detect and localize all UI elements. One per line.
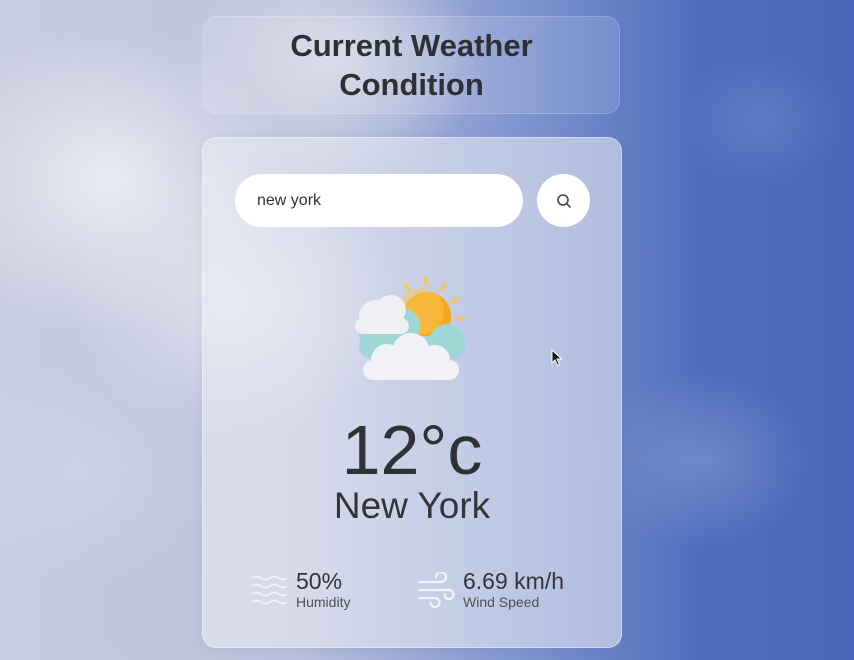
weather-card: 12°c New York 50% Humidity 6.69 km/h xyxy=(202,137,622,648)
humidity-detail: 50% Humidity xyxy=(250,568,350,611)
page-title: Current Weather Condition xyxy=(290,28,533,102)
wind-speed-label: Wind Speed xyxy=(463,594,540,610)
city-search-input[interactable] xyxy=(235,174,523,227)
wind-icon xyxy=(417,571,455,608)
partly-cloudy-sun-icon xyxy=(355,276,465,380)
city-name: New York xyxy=(333,485,491,526)
temperature-value: 12°c xyxy=(341,411,483,489)
search-icon xyxy=(556,193,571,208)
search-bar xyxy=(235,174,591,227)
humidity-waves-icon xyxy=(251,575,287,604)
humidity-label: Humidity xyxy=(296,594,351,610)
wind-speed-value: 6.69 km/h xyxy=(463,568,564,594)
title-banner: Current Weather Condition xyxy=(203,16,620,114)
humidity-value: 50% xyxy=(296,568,343,594)
wind-detail: 6.69 km/h Wind Speed xyxy=(417,568,564,611)
mouse-cursor-icon xyxy=(551,349,563,367)
search-button[interactable] xyxy=(537,174,590,227)
